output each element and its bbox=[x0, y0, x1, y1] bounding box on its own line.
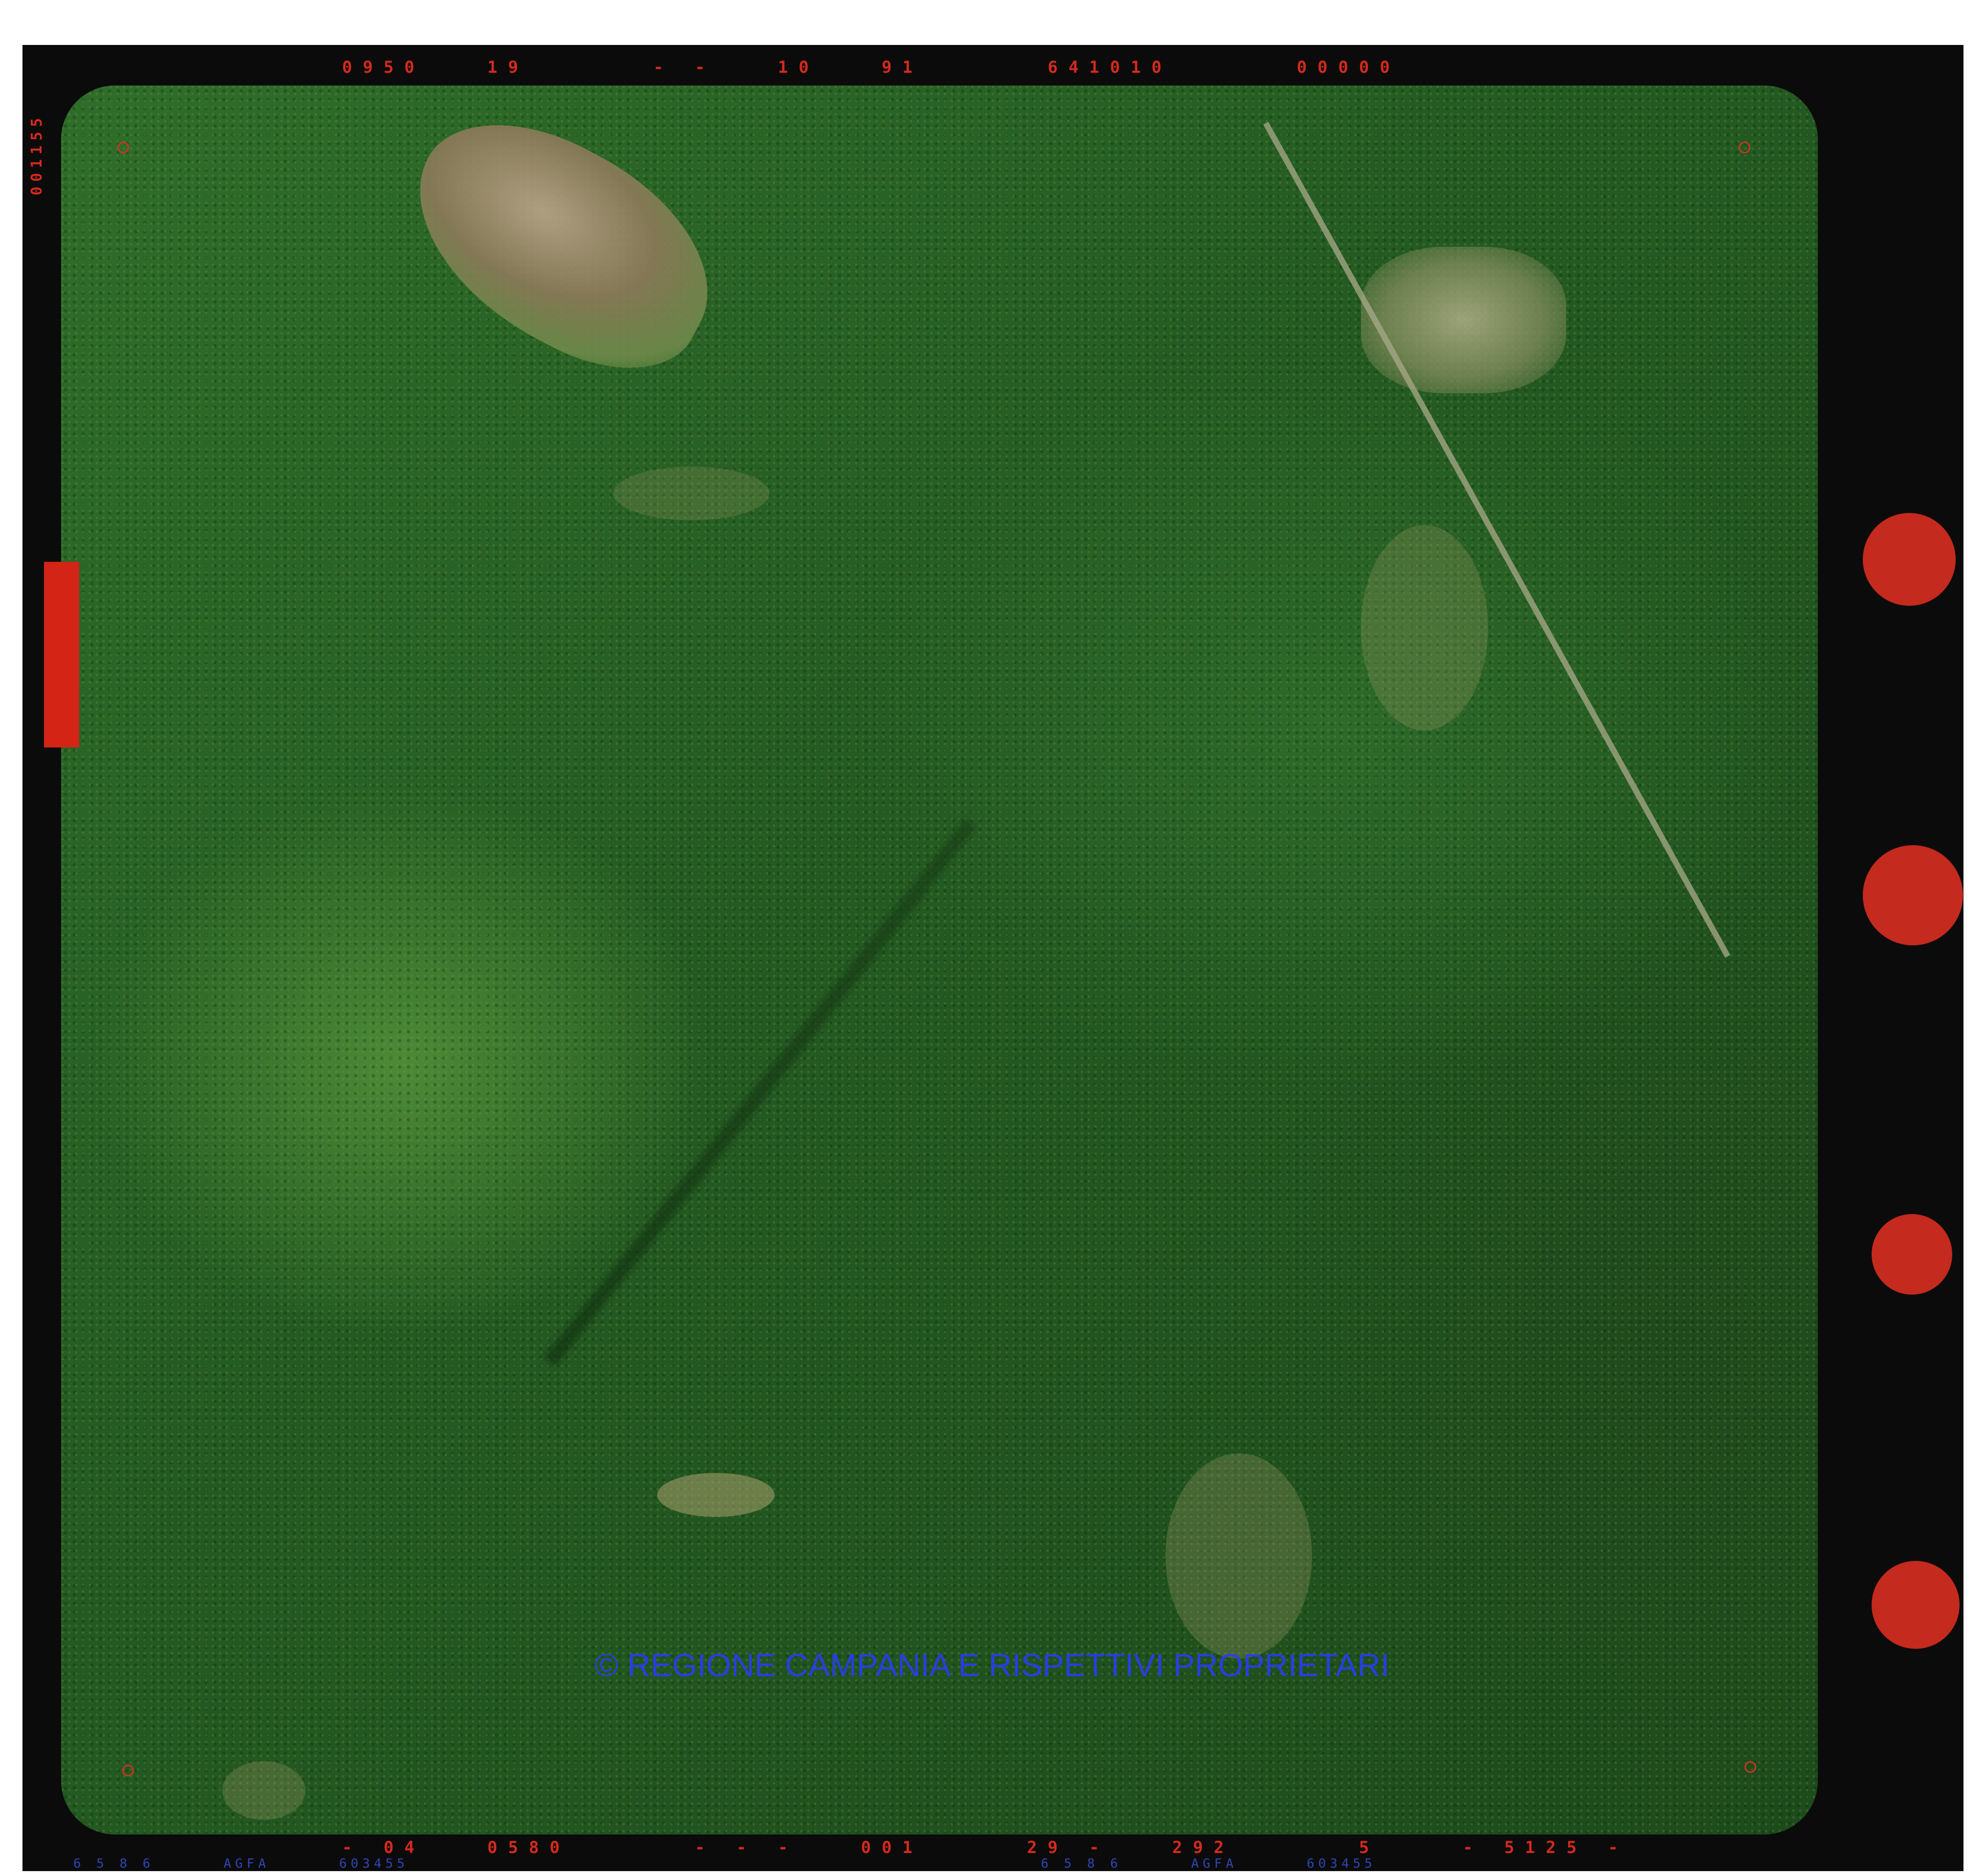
clearing-spot bbox=[1361, 525, 1488, 730]
fiducial-mark bbox=[1739, 142, 1750, 153]
red-marker-dot bbox=[1863, 845, 1963, 945]
fiducial-mark bbox=[1745, 1761, 1756, 1773]
clearing-spot bbox=[1165, 1453, 1312, 1659]
side-marker-bar bbox=[44, 562, 79, 747]
film-edge-print-right: 6 5 8 6 AGFA 603455 bbox=[1041, 1856, 1376, 1871]
clearing-northeast bbox=[1361, 247, 1566, 393]
red-marker-dot bbox=[1872, 1561, 1960, 1649]
clearing-spot bbox=[222, 1761, 305, 1820]
film-data-bottom: - 04 0580 - - - 001 29 - 292 5 - 5125 - bbox=[342, 1838, 1629, 1857]
red-marker-dot bbox=[1863, 513, 1956, 606]
film-data-top: 0950 19 - - 10 91 641010 00000 bbox=[342, 58, 1401, 77]
clearing-spot bbox=[657, 1473, 775, 1517]
film-edge-print-left: 6 5 8 6 AGFA 603455 bbox=[73, 1856, 409, 1871]
fiducial-mark bbox=[117, 142, 129, 153]
red-marker-dot bbox=[1872, 1214, 1952, 1295]
aerial-photo bbox=[61, 85, 1818, 1834]
copyright-watermark: © REGIONE CAMPANIA E RISPETTIVI PROPRIET… bbox=[594, 1647, 1390, 1683]
frame-number: 001155 bbox=[28, 113, 45, 195]
fiducial-mark bbox=[122, 1765, 134, 1776]
clearing-spot bbox=[613, 467, 770, 520]
